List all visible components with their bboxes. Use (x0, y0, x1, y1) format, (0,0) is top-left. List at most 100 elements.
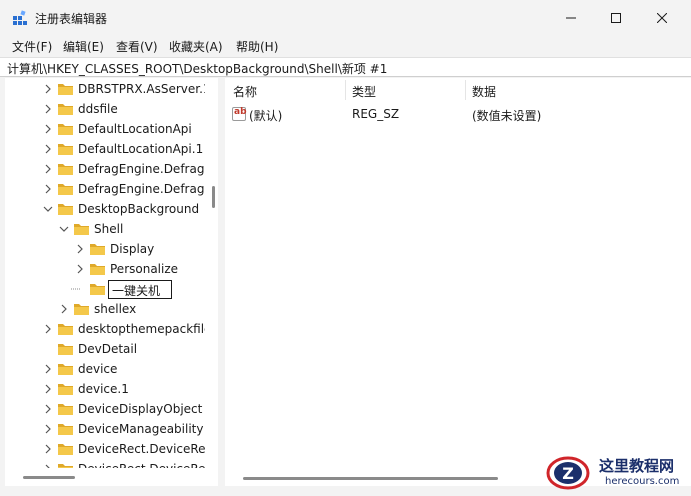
value-name: (默认) (249, 109, 283, 123)
tree-vertical-scroll-thumb[interactable] (212, 186, 215, 208)
key-tree[interactable]: DBRSTPRX.AsServer.1 ddsfile DefaultLocatio… (5, 78, 218, 486)
folder-icon (58, 324, 73, 335)
tree-connector-icon (71, 288, 81, 290)
tree-item-label: DevDetail (78, 342, 138, 356)
chevron-right-icon[interactable] (43, 144, 53, 154)
list-horizontal-scroll-thumb[interactable] (243, 477, 498, 480)
tree-item[interactable]: desktopthemepackfile (5, 319, 205, 339)
tree-item-label: DefaultLocationApi.1 (78, 142, 204, 156)
minimize-button[interactable] (548, 0, 594, 36)
chevron-right-icon[interactable] (43, 324, 53, 334)
chevron-down-icon[interactable] (59, 224, 69, 234)
tree-item[interactable]: ddsfile (5, 99, 205, 119)
chevron-right-icon[interactable] (75, 244, 85, 254)
close-icon (657, 13, 667, 23)
tree-item[interactable]: DeviceDisplayObject (5, 399, 205, 419)
window-title: 注册表编辑器 (35, 12, 108, 26)
pane-splitter[interactable] (218, 78, 225, 486)
folder-icon (58, 124, 73, 135)
maximize-icon (611, 13, 621, 23)
tree-item[interactable]: DeviceRect.DeviceRect (5, 439, 205, 459)
chevron-right-icon[interactable] (43, 424, 53, 434)
tree-horizontal-scroll-thumb[interactable] (23, 476, 75, 479)
address-bar[interactable]: 计算机\HKEY_CLASSES_ROOT\DesktopBackground\… (0, 57, 691, 77)
chevron-right-icon[interactable] (43, 84, 53, 94)
chevron-right-icon[interactable] (43, 384, 53, 394)
tree-item-label: DefaultLocationApi (78, 122, 192, 136)
value-data: (数值未设置) (472, 109, 542, 123)
title-bar: 注册表编辑器 (0, 0, 691, 36)
chevron-right-icon[interactable] (43, 164, 53, 174)
folder-icon (58, 364, 73, 375)
registry-editor-icon (13, 10, 27, 25)
folder-icon (58, 424, 73, 435)
chevron-right-icon[interactable] (43, 364, 53, 374)
tree-item-label: DeviceManageability (78, 422, 204, 436)
tree-item[interactable]: Shell (5, 219, 205, 239)
column-divider[interactable] (345, 80, 346, 100)
site-watermark: Z 这里教程网 herecours.com (543, 449, 691, 496)
column-header-data[interactable]: 数据 (472, 83, 496, 100)
folder-icon (74, 224, 89, 235)
tree-item[interactable]: DefragEngine.Defrag (5, 179, 205, 199)
tree-item[interactable]: DefaultLocationApi.1 (5, 139, 205, 159)
site-logo-letter: Z (562, 464, 574, 483)
tree-item[interactable]: DeviceManageability (5, 419, 205, 439)
close-button[interactable] (639, 0, 685, 36)
tree-item[interactable]: 一键关机 (5, 279, 205, 299)
tree-item-label: DeviceDisplayObject (78, 402, 203, 416)
chevron-right-icon[interactable] (59, 304, 69, 314)
tree-item[interactable]: shellex (5, 299, 205, 319)
address-path[interactable]: 计算机\HKEY_CLASSES_ROOT\DesktopBackground\… (7, 60, 387, 77)
chevron-right-icon[interactable] (43, 124, 53, 134)
tree-item[interactable]: DefaultLocationApi (5, 119, 205, 139)
chevron-down-icon[interactable] (43, 204, 53, 214)
folder-icon (74, 304, 89, 315)
maximize-button[interactable] (593, 0, 639, 36)
tree-item-label: DesktopBackground (78, 202, 200, 216)
folder-icon (58, 444, 73, 455)
chevron-right-icon[interactable] (43, 404, 53, 414)
menu-file[interactable]: 文件(F) (12, 38, 52, 55)
site-url: herecours.com (605, 476, 680, 487)
menu-help[interactable]: 帮助(H) (236, 38, 278, 55)
tree-vertical-scrollbar[interactable] (209, 78, 218, 468)
column-header-name[interactable]: 名称 (233, 83, 257, 100)
tree-item-label: device (78, 362, 118, 376)
tree-item[interactable]: Personalize (5, 259, 205, 279)
rename-input[interactable]: 一键关机 (108, 280, 172, 299)
rename-input-text: 一键关机 (112, 284, 161, 298)
menu-view[interactable]: 查看(V) (116, 38, 158, 55)
value-list[interactable]: 名称 类型 数据 ab (默认) REG_SZ (数值未设置) (225, 78, 691, 486)
tree-item[interactable]: Display (5, 239, 205, 259)
folder-icon (58, 84, 73, 95)
chevron-right-icon[interactable] (43, 184, 53, 194)
tree-item[interactable]: device (5, 359, 205, 379)
tree-item-label: DBRSTPRX.AsServer.1 (78, 82, 205, 96)
chevron-right-icon[interactable] (75, 264, 85, 274)
folder-icon (58, 204, 73, 215)
tree-item[interactable]: DeviceRect.DeviceRect (5, 459, 205, 468)
key-tree-viewport: DBRSTPRX.AsServer.1 ddsfile DefaultLocatio… (5, 78, 205, 468)
tree-item-label: desktopthemepackfile (78, 322, 205, 336)
column-header-type[interactable]: 类型 (352, 83, 376, 100)
tree-horizontal-scrollbar[interactable] (5, 470, 209, 482)
tree-item[interactable]: DefragEngine.Defrag (5, 159, 205, 179)
chevron-right-icon[interactable] (43, 104, 53, 114)
tree-item-label: Personalize (110, 262, 179, 276)
folder-icon (58, 104, 73, 115)
tree-item[interactable]: DesktopBackground (5, 199, 205, 219)
chevron-right-icon[interactable] (43, 464, 53, 468)
tree-item-label: DefragEngine.Defrag (78, 162, 205, 176)
tree-item-label: shellex (94, 302, 137, 316)
menu-edit[interactable]: 编辑(E) (63, 38, 104, 55)
tree-item[interactable]: DevDetail (5, 339, 205, 359)
tree-item[interactable]: DBRSTPRX.AsServer.1 (5, 79, 205, 99)
folder-icon (90, 264, 105, 275)
tree-item-label: Shell (94, 222, 124, 236)
chevron-right-icon[interactable] (43, 444, 53, 454)
column-divider[interactable] (465, 80, 466, 100)
tree-item[interactable]: device.1 (5, 379, 205, 399)
menu-favorites[interactable]: 收藏夹(A) (169, 38, 223, 55)
site-name: 这里教程网 (599, 457, 675, 475)
